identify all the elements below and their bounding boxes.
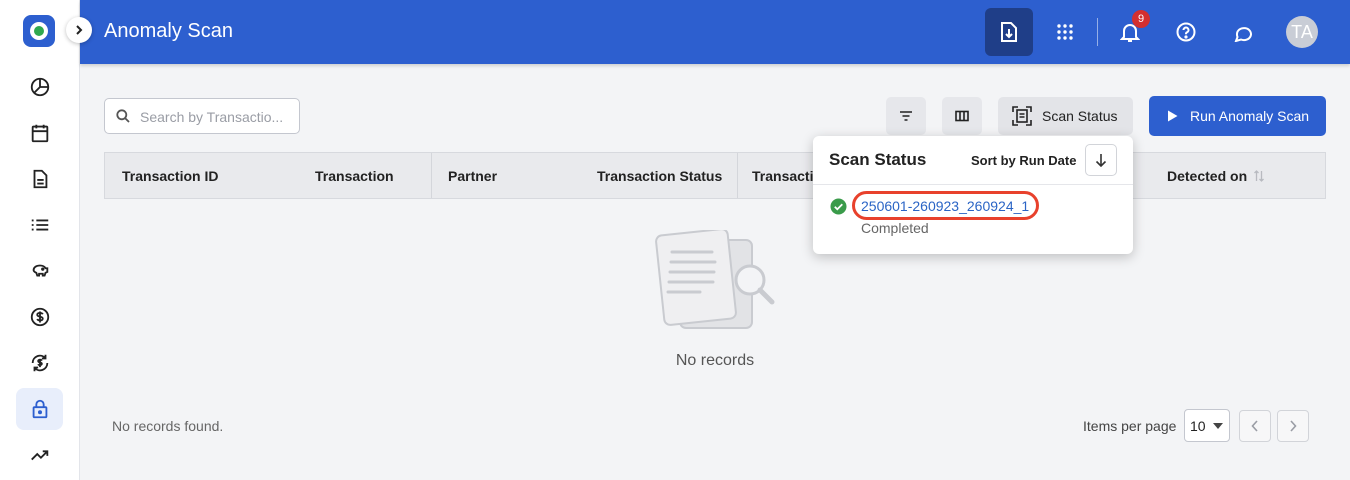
column-header-transaction-status[interactable]: Transaction Status	[597, 153, 727, 198]
detected-on-label: Detected on	[1167, 167, 1248, 184]
document-icon	[33, 169, 47, 189]
table-header: Transaction ID Transaction T... Partner …	[104, 152, 1326, 199]
sort-icon	[1254, 169, 1265, 182]
chat-button[interactable]	[1226, 16, 1258, 48]
items-per-page-select[interactable]: 10	[1184, 409, 1230, 442]
notification-badge: 9	[1132, 10, 1150, 28]
apps-grid-button[interactable]	[1049, 16, 1081, 48]
filter-button[interactable]	[886, 97, 926, 135]
app-logo[interactable]	[23, 15, 55, 47]
trending-up-icon	[30, 450, 48, 461]
columns-button[interactable]	[942, 97, 982, 135]
sort-by-run-date-label: Sort by Run Date	[971, 153, 1077, 168]
records-count-text: No records found.	[112, 418, 224, 434]
column-header-detected-on[interactable]: Detected on	[1167, 153, 1277, 198]
calendar-icon	[31, 124, 48, 143]
items-per-page-label: Items per page	[1083, 418, 1177, 434]
sidebar-item-payments[interactable]	[16, 296, 63, 338]
piggy-bank-icon	[32, 264, 48, 277]
scan-status-button[interactable]: Scan Status	[998, 97, 1133, 135]
file-download-icon	[1001, 22, 1017, 42]
next-page-button[interactable]	[1277, 410, 1309, 442]
filter-icon	[900, 111, 912, 121]
check-circle-icon	[830, 198, 847, 215]
top-header: Anomaly Scan 9 TA	[80, 0, 1350, 64]
lock-icon	[32, 399, 47, 419]
sidebar-item-savings[interactable]	[16, 250, 63, 292]
chevron-left-icon	[1251, 420, 1258, 432]
sidebar-item-security[interactable]	[16, 388, 63, 430]
sidebar-item-recurring[interactable]	[16, 342, 63, 384]
scan-frame-icon	[1012, 106, 1032, 126]
column-header-partner[interactable]: Partner	[448, 153, 588, 198]
scan-run-status: Completed	[861, 220, 929, 236]
arrow-down-icon	[1095, 154, 1107, 167]
column-header-transaction-type[interactable]: Transaction T...	[315, 153, 395, 198]
sidebar-item-list[interactable]	[16, 204, 63, 246]
search-box[interactable]	[104, 98, 300, 134]
export-download-button[interactable]	[985, 8, 1033, 56]
previous-page-button[interactable]	[1239, 410, 1271, 442]
empty-records-illustration	[655, 230, 775, 329]
items-per-page-value: 10	[1190, 417, 1206, 434]
help-button[interactable]	[1170, 16, 1202, 48]
search-icon	[116, 109, 130, 123]
page-title: Anomaly Scan	[104, 20, 233, 42]
run-anomaly-scan-label: Run Anomaly Scan	[1190, 108, 1310, 124]
search-input[interactable]	[140, 107, 290, 127]
user-avatar[interactable]: TA	[1286, 16, 1318, 48]
column-header-transaction-id[interactable]: Transaction ID	[122, 153, 302, 198]
scan-status-popover: Scan Status Sort by Run Date 250601-2609…	[813, 136, 1133, 254]
caret-down-icon	[1213, 423, 1223, 429]
sidebar	[0, 0, 80, 480]
popover-divider	[813, 184, 1133, 185]
dollar-refresh-icon	[31, 354, 48, 372]
sidebar-item-documents[interactable]	[16, 158, 63, 200]
scan-status-label: Scan Status	[1042, 108, 1118, 124]
run-anomaly-scan-button[interactable]: Run Anomaly Scan	[1149, 96, 1326, 136]
pie-chart-icon	[30, 77, 49, 97]
header-divider	[1097, 18, 1098, 46]
chat-icon	[1234, 27, 1252, 42]
sidebar-item-dashboard[interactable]	[16, 66, 63, 108]
chevron-right-icon	[1290, 420, 1297, 432]
dollar-circle-icon	[30, 307, 49, 327]
sidebar-collapse-button[interactable]	[66, 17, 92, 43]
columns-icon	[955, 110, 969, 122]
grid-icon	[1057, 24, 1073, 40]
popover-title: Scan Status	[829, 150, 927, 169]
play-icon	[1168, 110, 1178, 122]
empty-state-text: No records	[675, 352, 755, 369]
sidebar-item-trends[interactable]	[16, 434, 63, 476]
highlight-ring	[852, 191, 1039, 220]
sort-direction-button[interactable]	[1085, 144, 1117, 176]
help-icon	[1176, 22, 1196, 42]
chevron-right-icon	[76, 25, 83, 35]
list-icon	[31, 219, 48, 231]
sidebar-item-calendar[interactable]	[16, 112, 63, 154]
